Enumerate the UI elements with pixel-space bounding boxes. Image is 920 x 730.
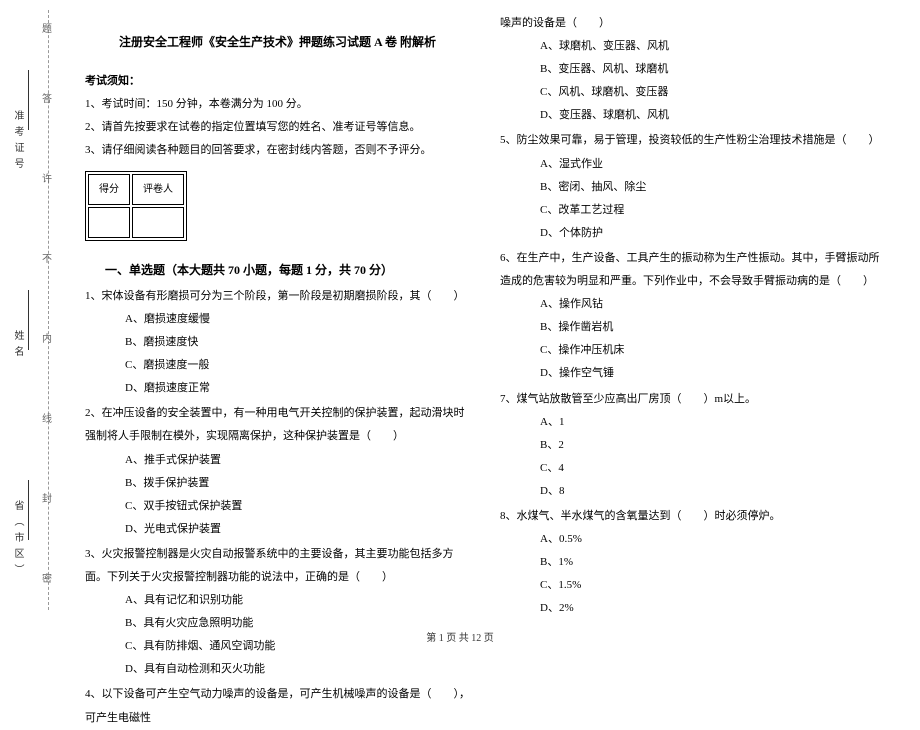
question-2: 2、在冲压设备的安全装置中，有一种用电气开关控制的保护装置，起动滑块时强制将人手… [85,402,470,541]
notice-item: 1、考试时间：150 分钟，本卷满分为 100 分。 [85,93,470,116]
question-option[interactable]: B、拨手保护装置 [85,472,470,495]
question-option[interactable]: B、1% [500,551,885,574]
marker-cell-blank[interactable] [132,207,184,238]
marker-cell-label: 评卷人 [132,174,184,205]
part1-title: 一、单选题（本大题共 70 小题，每题 1 分，共 70 分） [105,258,393,283]
right-column: 噪声的设备是（ ） A、球磨机、变压器、风机 B、变压器、风机、球磨机 C、风机… [485,10,900,620]
notice-item: 2、请首先按要求在试卷的指定位置填写您的姓名、准考证号等信息。 [85,116,470,139]
province-underline [28,480,78,540]
question-option[interactable]: C、操作冲压机床 [500,339,885,362]
score-row: 得分 评卷人 一、单选题（本大题共 70 小题，每题 1 分，共 70 分） [85,163,470,283]
score-cell-label: 得分 [88,174,130,205]
question-stem: 8、水煤气、半水煤气的含氧量达到（ ）时必须停炉。 [500,505,885,528]
question-option[interactable]: C、磨损速度一般 [85,354,470,377]
question-3: 3、火灾报警控制器是火灾自动报警系统中的主要设备，其主要功能包括多方面。下列关于… [85,543,470,682]
seal-mark-mi: 密 [42,570,52,585]
exam-title: 注册安全工程师《安全生产技术》押题练习试题 A 卷 附解析 [85,30,470,55]
question-4b: 噪声的设备是（ ） A、球磨机、变压器、风机 B、变压器、风机、球磨机 C、风机… [500,12,885,127]
seal-mark-xu: 许 [42,170,52,185]
seal-mark-xian: 线 [42,410,52,425]
question-4a: 4、以下设备可产生空气动力噪声的设备是，可产生机械噪声的设备是（ ），可产生电磁… [85,683,470,729]
question-option[interactable]: B、变压器、风机、球磨机 [500,58,885,81]
question-option[interactable]: A、具有记忆和识别功能 [85,589,470,612]
question-option[interactable]: D、磨损速度正常 [85,377,470,400]
seal-mark-ti: 题 [42,20,52,35]
question-7: 7、煤气站放散管至少应高出厂房顶（ ）m以上。 A、1 B、2 C、4 D、8 [500,388,885,503]
question-option[interactable]: D、具有自动检测和灭火功能 [85,658,470,681]
province-label: 省（市区） [10,500,25,580]
question-stem: 3、火灾报警控制器是火灾自动报警系统中的主要设备，其主要功能包括多方面。下列关于… [85,543,470,589]
question-option[interactable]: A、湿式作业 [500,153,885,176]
question-option[interactable]: D、光电式保护装置 [85,518,470,541]
ticket-label: 准考证号 [10,110,25,174]
name-label: 姓名 [10,330,25,362]
question-option[interactable]: A、推手式保护装置 [85,449,470,472]
question-option[interactable]: D、个体防护 [500,222,885,245]
page-footer: 第 1 页 共 12 页 [0,629,920,644]
question-stem: 4、以下设备可产生空气动力噪声的设备是，可产生机械噪声的设备是（ ），可产生电磁… [85,683,470,729]
question-option[interactable]: B、操作凿岩机 [500,316,885,339]
question-stem: 1、宋体设备有形磨损可分为三个阶段，第一阶段是初期磨损阶段，其（ ） [85,285,470,308]
question-option[interactable]: A、0.5% [500,528,885,551]
question-5: 5、防尘效果可靠，易于管理，投资较低的生产性粉尘治理技术措施是（ ） A、湿式作… [500,129,885,244]
question-option[interactable]: B、密闭、抽风、除尘 [500,176,885,199]
binding-margin: 省（市区） 姓名 准考证号 密 封 线 内 不 许 答 题 [0,0,65,620]
question-6: 6、在生产中，生产设备、工具产生的振动称为生产性振动。其中，手臂振动所造成的危害… [500,247,885,386]
question-option[interactable]: C、4 [500,457,885,480]
score-table: 得分 评卷人 [85,171,187,241]
left-column: 注册安全工程师《安全生产技术》押题练习试题 A 卷 附解析 考试须知： 1、考试… [70,10,485,620]
question-option[interactable]: A、磨损速度缓慢 [85,308,470,331]
question-option[interactable]: A、1 [500,411,885,434]
name-underline [28,290,78,350]
seal-mark-da: 答 [42,90,52,105]
question-option[interactable]: D、2% [500,597,885,620]
seal-mark-bu: 不 [42,250,52,265]
question-stem: 7、煤气站放散管至少应高出厂房顶（ ）m以上。 [500,388,885,411]
question-stem: 2、在冲压设备的安全装置中，有一种用电气开关控制的保护装置，起动滑块时强制将人手… [85,402,470,448]
question-option[interactable]: C、风机、球磨机、变压器 [500,81,885,104]
question-stem-cont: 噪声的设备是（ ） [500,12,885,35]
question-option[interactable]: C、1.5% [500,574,885,597]
page-body: 注册安全工程师《安全生产技术》押题练习试题 A 卷 附解析 考试须知： 1、考试… [0,0,920,620]
question-option[interactable]: B、磨损速度快 [85,331,470,354]
question-8: 8、水煤气、半水煤气的含氧量达到（ ）时必须停炉。 A、0.5% B、1% C、… [500,505,885,620]
question-option[interactable]: C、改革工艺过程 [500,199,885,222]
notice-item: 3、请仔细阅读各种题目的回答要求，在密封线内答题，否则不予评分。 [85,139,470,162]
question-option[interactable]: C、双手按钮式保护装置 [85,495,470,518]
question-option[interactable]: A、球磨机、变压器、风机 [500,35,885,58]
question-stem: 6、在生产中，生产设备、工具产生的振动称为生产性振动。其中，手臂振动所造成的危害… [500,247,885,293]
ticket-underline [28,70,78,130]
question-option[interactable]: B、2 [500,434,885,457]
question-option[interactable]: D、8 [500,480,885,503]
question-option[interactable]: D、变压器、球磨机、风机 [500,104,885,127]
seal-mark-feng: 封 [42,490,52,505]
notice-heading: 考试须知： [85,70,470,93]
question-stem: 5、防尘效果可靠，易于管理，投资较低的生产性粉尘治理技术措施是（ ） [500,129,885,152]
question-option[interactable]: D、操作空气锤 [500,362,885,385]
seal-mark-nei: 内 [42,330,52,345]
score-cell-blank[interactable] [88,207,130,238]
question-1: 1、宋体设备有形磨损可分为三个阶段，第一阶段是初期磨损阶段，其（ ） A、磨损速… [85,285,470,400]
question-option[interactable]: A、操作风钻 [500,293,885,316]
